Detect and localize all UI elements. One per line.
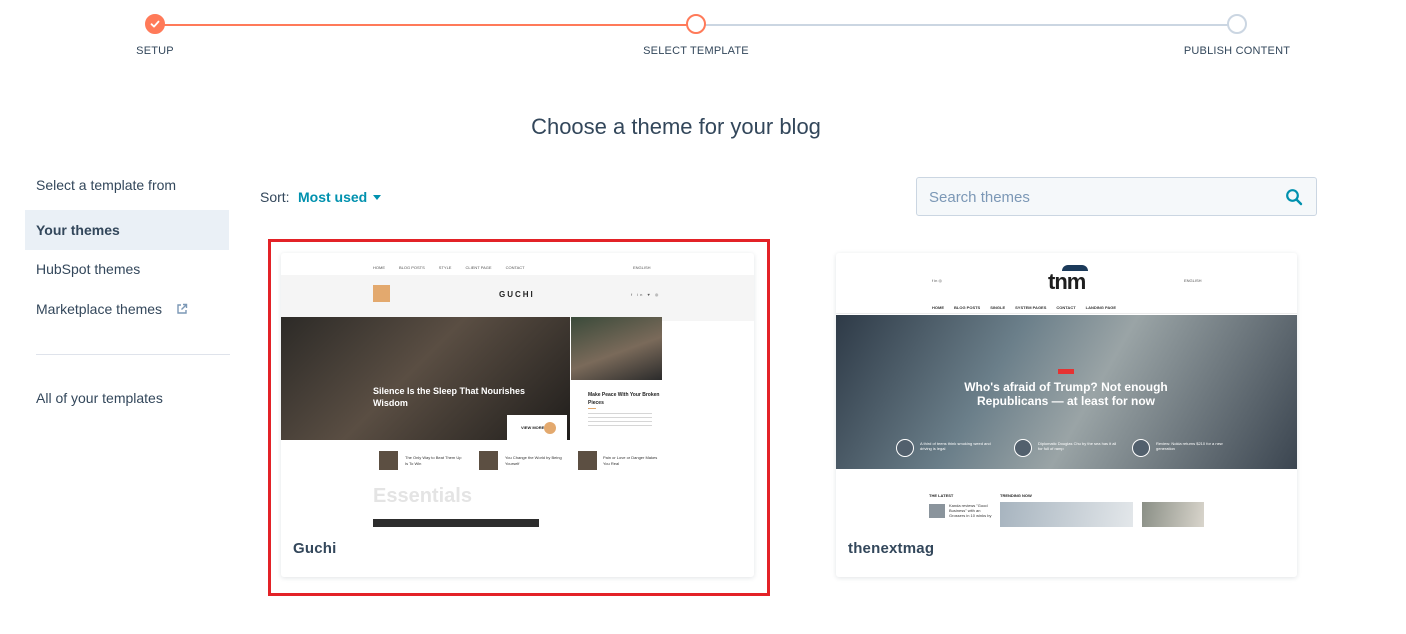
preview-post-thumb	[578, 451, 597, 470]
preview-post-title: You Change the World by Being Yourself	[505, 455, 562, 466]
step-select-template-icon	[686, 14, 706, 34]
preview-latest-thumb	[929, 504, 945, 518]
preview-post-thumb	[379, 451, 398, 470]
sidebar-heading: Select a template from	[36, 177, 177, 193]
preview-nav-item: SYSTEM PAGES	[1015, 305, 1047, 310]
preview-logo: GUCHI	[499, 290, 535, 299]
theme-name: Guchi	[293, 540, 337, 557]
theme-card-guchi[interactable]: HOME BLOG POSTS STYLE CLIENT PAGE CONTAC…	[281, 253, 754, 577]
preview-post-title: The Only Way to Beat Them Up Is To Win	[405, 455, 462, 466]
preview-read-more: VIEW MORE	[521, 425, 545, 430]
preview-mini-title: Diplomatic Douglas Chu by the sea has it…	[1038, 441, 1117, 451]
preview-logo: tnm	[1048, 269, 1086, 294]
preview-section-image	[373, 519, 539, 527]
preview-side-excerpt	[588, 413, 652, 427]
sidebar-item-your-themes[interactable]: Your themes	[25, 210, 229, 250]
preview-latest-heading: THE LATEST	[929, 493, 954, 498]
chevron-down-icon	[373, 195, 382, 200]
preview-menu-icon	[373, 285, 390, 302]
preview-latest-title: Kanda reviews "Good Business" with an Gr…	[949, 503, 992, 518]
preview-language: ENGLISH	[633, 265, 651, 270]
sidebar-item-marketplace-themes[interactable]: Marketplace themes	[25, 289, 229, 329]
checkmark-icon	[150, 20, 160, 28]
step-setup-complete-icon	[145, 14, 165, 34]
theme-preview-guchi: HOME BLOG POSTS STYLE CLIENT PAGE CONTAC…	[281, 257, 754, 527]
step-label-setup: SETUP	[136, 45, 174, 57]
preview-nav-item: HOME	[932, 305, 944, 310]
theme-name: thenextmag	[848, 540, 935, 557]
preview-nav-item: STYLE	[438, 265, 452, 270]
preview-read-more-icon	[544, 422, 556, 434]
preview-nav: HOME BLOG POSTS STYLE CLIENT PAGE CONTAC…	[373, 265, 525, 270]
preview-nav-item: BLOG POSTS	[954, 305, 981, 310]
preview-nav-item: BLOG POSTS	[399, 265, 425, 270]
sidebar-item-label: All of your templates	[36, 390, 163, 406]
page-title: Choose a theme for your blog	[531, 114, 821, 139]
step-label-select-template: SELECT TEMPLATE	[643, 45, 749, 57]
theme-card-thenextmag[interactable]: f in ◎ tnm ENGLISH HOME BLOG POSTS SINGL…	[836, 253, 1297, 577]
preview-mini-thumb	[896, 439, 914, 457]
preview-trending-heading: TRENDING NOW	[1000, 493, 1032, 498]
preview-social-icons: f in ◎	[932, 278, 942, 283]
preview-hero-title: Silence Is the Sleep That Nourishes Wisd…	[373, 386, 526, 408]
preview-language: ENGLISH	[1184, 278, 1202, 283]
preview-mini-title: Review: Nokia returns $210 for a new gen…	[1156, 441, 1223, 451]
step-publish-content-icon	[1227, 14, 1247, 34]
step-connector-upcoming	[696, 24, 1237, 26]
sort-label: Sort:	[260, 189, 290, 205]
preview-mini-title: A third of teens think smoking weed and …	[920, 441, 991, 451]
sidebar-divider	[36, 354, 230, 355]
preview-side-title: Make Peace With Your Broken Pieces	[588, 392, 660, 406]
step-label-publish-content: PUBLISH CONTENT	[1183, 45, 1291, 57]
sidebar-item-label: HubSpot themes	[36, 261, 141, 277]
preview-hero-title: Who's afraid of Trump? Not enough Republ…	[964, 380, 1168, 408]
preview-nav-item: CONTACT	[505, 265, 525, 270]
preview-nav-item: HOME	[373, 265, 385, 270]
preview-side-image	[571, 317, 662, 380]
sidebar-item-label: Marketplace themes	[36, 301, 163, 317]
preview-mini-thumb	[1014, 439, 1032, 457]
preview-nav-rule	[836, 313, 1297, 314]
preview-post-thumb	[479, 451, 498, 470]
preview-post-title: Pain or Love or Danger Makes You Real	[603, 455, 658, 466]
preview-section-title: Essentials	[373, 485, 472, 507]
theme-preview-thenextmag: f in ◎ tnm ENGLISH HOME BLOG POSTS SINGL…	[836, 257, 1297, 527]
search-icon[interactable]	[1285, 188, 1303, 206]
search-input[interactable]	[927, 178, 1271, 217]
step-connector-complete	[155, 24, 696, 26]
preview-mini-thumb	[1132, 439, 1150, 457]
preview-nav-item: SINGLE	[990, 305, 1006, 310]
external-link-icon	[177, 303, 188, 314]
sort-dropdown-value: Most used	[298, 189, 368, 205]
preview-nav-item: LANDING PAGE	[1085, 305, 1117, 310]
preview-hero-tag	[1058, 369, 1074, 374]
preview-nav-item: CONTACT	[1056, 305, 1076, 310]
preview-nav-item: CLIENT PAGE	[465, 265, 492, 270]
preview-trending-image	[1000, 502, 1133, 527]
preview-trending-image	[1142, 502, 1204, 527]
sidebar-item-label: Your themes	[36, 222, 120, 238]
preview-nav: HOME BLOG POSTS SINGLE SYSTEM PAGES CONT…	[932, 305, 1116, 310]
preview-side-rule	[588, 408, 596, 409]
sidebar-item-all-templates[interactable]: All of your templates	[25, 378, 229, 418]
sidebar-item-hubspot-themes[interactable]: HubSpot themes	[25, 249, 229, 289]
search-themes-box	[916, 177, 1317, 217]
sort-dropdown[interactable]: Most used	[298, 189, 382, 205]
preview-social-icons: f in ♥ ◎	[631, 292, 661, 297]
